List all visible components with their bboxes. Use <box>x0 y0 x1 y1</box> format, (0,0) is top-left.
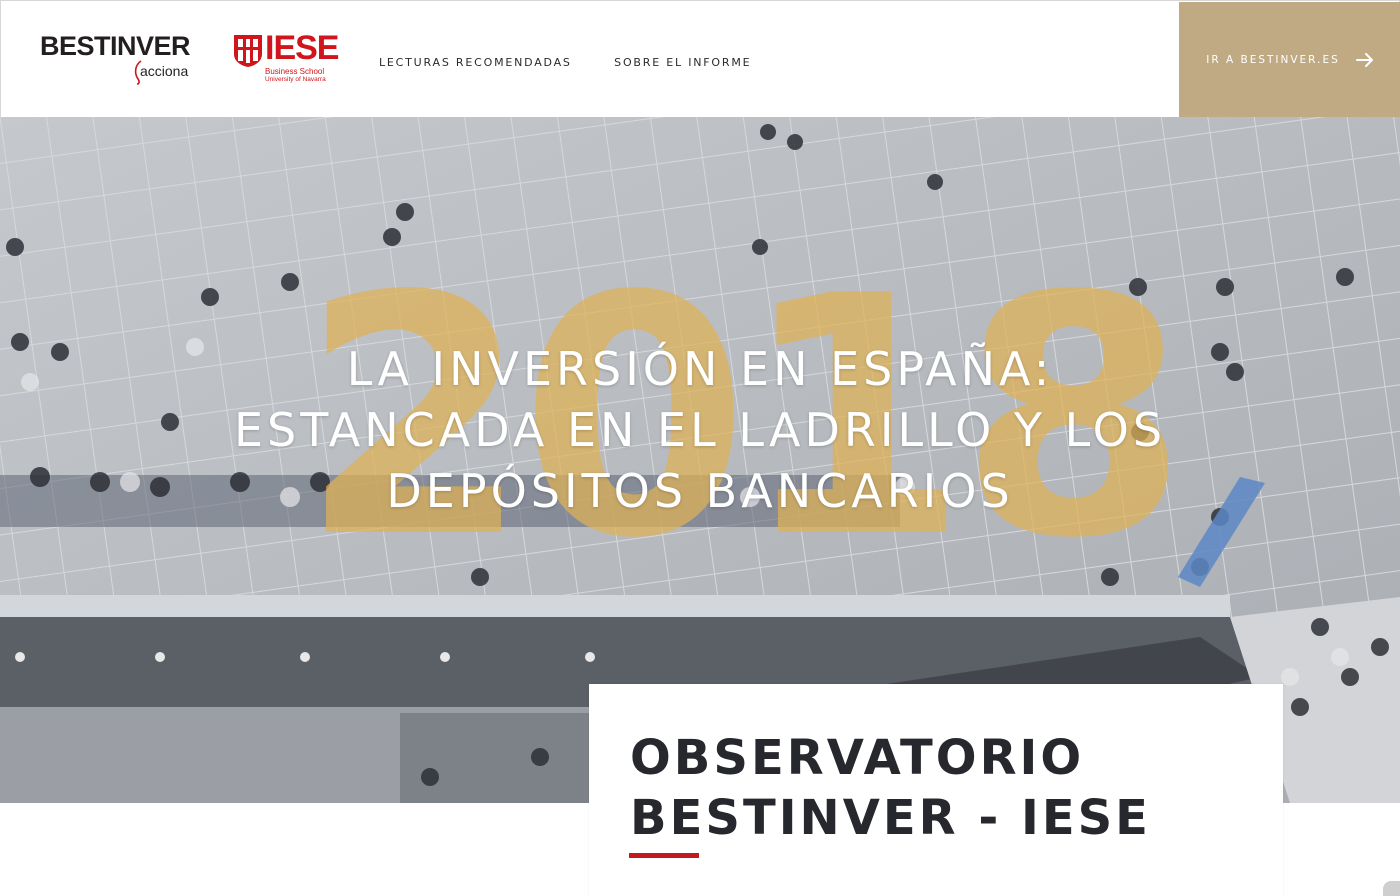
hero-title-line: ESTANCADA EN EL LADRILLO Y LOS <box>233 403 1167 457</box>
iese-shield-icon <box>234 35 262 67</box>
bestinver-logo[interactable]: BESTINVER acciona <box>40 31 200 87</box>
scroll-corner[interactable] <box>1383 881 1400 896</box>
observatorio-title-line: OBSERVATORIO <box>630 730 1085 786</box>
hero-title-line: DEPÓSITOS BANCARIOS <box>386 464 1014 518</box>
nav-lecturas-recomendadas[interactable]: LECTURAS RECOMENDADAS <box>379 56 572 69</box>
nav-sobre-el-informe[interactable]: SOBRE EL INFORME <box>614 56 751 69</box>
bestinver-logo-text: BESTINVER <box>40 31 191 61</box>
observatorio-card: OBSERVATORIO BESTINVER - IESE <box>589 684 1283 896</box>
site-header: BESTINVER acciona IESE Business School U… <box>0 0 1400 117</box>
acciona-logo-text: acciona <box>140 63 189 79</box>
go-to-bestinver-label: IR A BESTINVER.ES <box>1206 53 1340 66</box>
iese-logo-subtitle: Business School <box>265 67 325 76</box>
iese-logo-text: IESE <box>265 29 339 67</box>
go-to-bestinver-button[interactable]: IR A BESTINVER.ES <box>1179 2 1400 117</box>
main-nav: LECTURAS RECOMENDADAS SOBRE EL INFORME <box>379 53 789 71</box>
observatorio-title-line: BESTINVER - IESE <box>630 790 1151 846</box>
observatorio-title: OBSERVATORIO BESTINVER - IESE <box>630 728 1151 848</box>
title-accent-bar <box>629 853 699 858</box>
hero-title-line: LA INVERSIÓN EN ESPAÑA: <box>346 342 1054 396</box>
iese-logo-university: University of Navarra <box>265 76 326 83</box>
hero-title: LA INVERSIÓN EN ESPAÑA: ESTANCADA EN EL … <box>200 339 1200 522</box>
arrow-right-icon <box>1355 52 1373 67</box>
iese-logo[interactable]: IESE Business School University of Navar… <box>233 29 339 87</box>
